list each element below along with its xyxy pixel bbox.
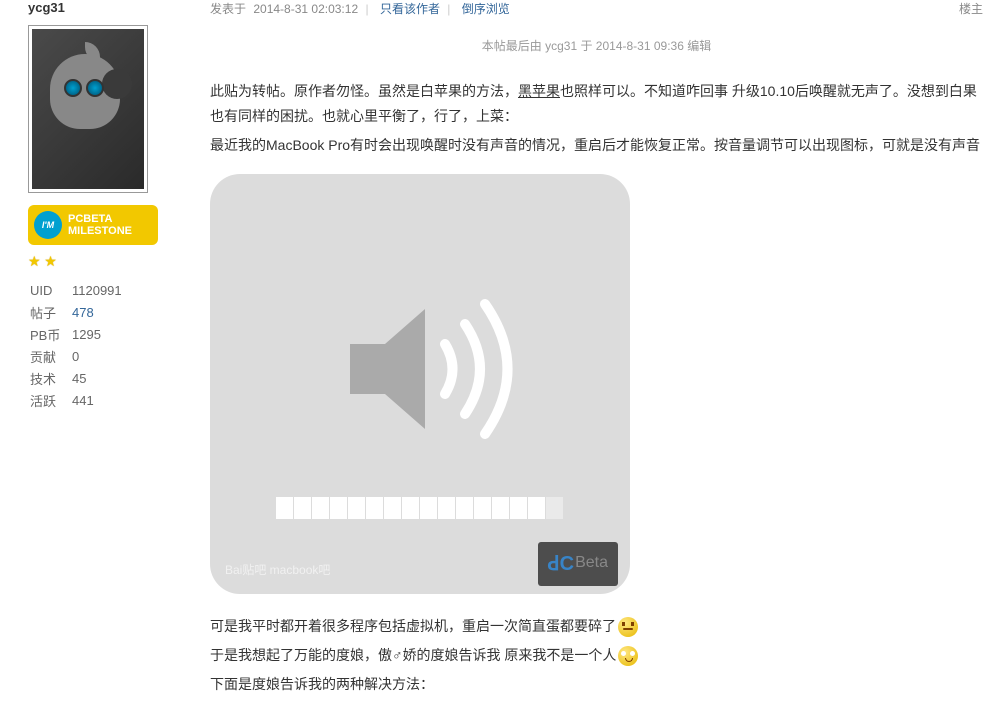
- stat-value: 1120991: [72, 280, 178, 300]
- username-link[interactable]: ycg31: [28, 0, 65, 15]
- star-icon: ★: [44, 253, 57, 269]
- edit-note: 本帖最后由 ycg31 于 2014-8-31 09:36 编辑: [210, 37, 983, 54]
- posted-time: 2014-8-31 02:03:12: [253, 2, 358, 16]
- avatar[interactable]: [28, 25, 148, 193]
- stat-row: 贡献0: [30, 346, 178, 366]
- stat-row: PB币1295: [30, 324, 178, 344]
- stat-row: 活跃441: [30, 390, 178, 410]
- user-rank-stars: ★ ★: [28, 253, 180, 270]
- watermark-baidu: Bai贴吧 macbook吧: [225, 560, 330, 582]
- post-content: 此贴为转帖。原作者勿怪。虽然是白苹果的方法，黑苹果也照样可以。不知道咋回事 升级…: [210, 79, 983, 697]
- angry-emoji-icon: [618, 617, 638, 637]
- volume-level-bars: [276, 497, 564, 519]
- stat-value: 441: [72, 390, 178, 410]
- stat-row: UID1120991: [30, 280, 178, 300]
- cry-emoji-icon: [618, 646, 638, 666]
- post-main: 发表于 2014-8-31 02:03:12 | 只看该作者 | 倒序浏览 楼主…: [195, 0, 998, 701]
- watermark-pcbeta: ꓒCBeta: [538, 542, 618, 586]
- underlined-text: 黑苹果: [518, 83, 560, 99]
- user-sidebar: ycg31 I'M PCBETAMILESTONE ★ ★: [0, 0, 195, 701]
- view-author-link[interactable]: 只看该作者: [380, 2, 440, 16]
- stat-label: 帖子: [30, 302, 70, 322]
- milestone-badge: I'M PCBETAMILESTONE: [28, 205, 158, 245]
- stat-label: 贡献: [30, 346, 70, 366]
- stat-row: 帖子478: [30, 302, 178, 322]
- stat-label: 活跃: [30, 390, 70, 410]
- stat-row: 技术45: [30, 368, 178, 388]
- star-icon: ★: [28, 253, 41, 269]
- volume-osd-image: Bai贴吧 macbook吧 ꓒCBeta: [210, 174, 630, 594]
- reverse-order-link[interactable]: 倒序浏览: [462, 2, 510, 16]
- badge-bubble-icon: I'M: [34, 211, 62, 239]
- stat-value: 45: [72, 368, 178, 388]
- speaker-icon: [310, 279, 530, 459]
- posted-label: 发表于: [210, 2, 246, 16]
- stat-value: 1295: [72, 324, 178, 344]
- stat-label: PB币: [30, 324, 70, 344]
- post-header: 发表于 2014-8-31 02:03:12 | 只看该作者 | 倒序浏览 楼主: [210, 0, 983, 17]
- stat-label: UID: [30, 280, 70, 300]
- user-stats-table: UID1120991帖子478PB币1295贡献0技术45活跃441: [28, 278, 180, 412]
- stat-label: 技术: [30, 368, 70, 388]
- username: ycg31: [28, 0, 180, 15]
- stat-value: 0: [72, 346, 178, 366]
- floor-label: 楼主: [959, 0, 983, 17]
- stat-value: 478: [72, 302, 178, 322]
